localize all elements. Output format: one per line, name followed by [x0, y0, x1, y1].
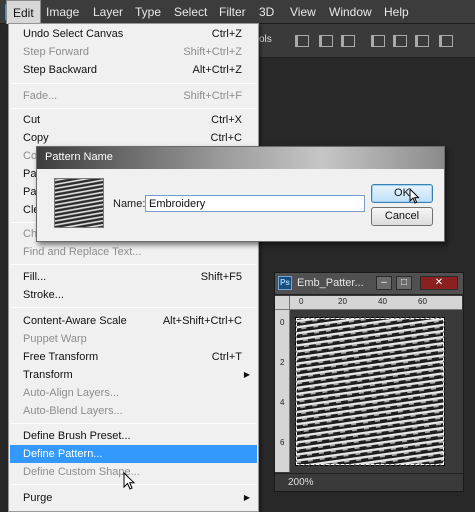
submenu-arrow-icon: ▶ [243, 370, 250, 379]
menu-separator [11, 307, 256, 308]
vertical-ruler[interactable]: 0 2 4 6 [275, 310, 290, 472]
ruler-tick: 60 [418, 297, 427, 306]
menu-edit[interactable]: Edit [6, 0, 41, 24]
embroidery-texture [297, 319, 443, 464]
document-status-bar: 200% [275, 473, 463, 491]
menu-item-stroke[interactable]: Stroke... [10, 286, 257, 304]
embroidery-thumbnail-image [55, 179, 103, 227]
align-top-icon[interactable] [295, 35, 309, 47]
cancel-button[interactable]: Cancel [371, 207, 433, 226]
horizontal-ruler[interactable]: 0 20 40 60 [290, 296, 462, 310]
menu-item-transform[interactable]: Transform ▶ [10, 366, 257, 384]
ruler-corner[interactable] [275, 296, 290, 310]
menu-item-find-and-replace-text[interactable]: Find and Replace Text... [10, 243, 257, 261]
align-vertical-center-icon[interactable] [319, 35, 333, 47]
menu-separator [11, 83, 256, 84]
close-icon[interactable]: ✕ [420, 276, 458, 290]
menu-item-step-forward[interactable]: Step Forward Shift+Ctrl+Z [10, 43, 257, 61]
pattern-name-input[interactable] [145, 195, 365, 212]
menu-item-step-backward[interactable]: Step Backward Alt+Ctrl+Z [10, 61, 257, 79]
menu-bar: Edit Image Layer Type Select Filter 3D V… [0, 0, 475, 24]
menu-window[interactable]: Window [323, 0, 378, 24]
mouse-pointer-icon [123, 472, 136, 490]
ruler-tick: 40 [378, 297, 387, 306]
menu-item-define-pattern[interactable]: Define Pattern... [10, 445, 257, 463]
menu-item-define-brush-preset[interactable]: Define Brush Preset... [10, 427, 257, 445]
ruler-tick: 0 [299, 297, 304, 306]
menu-separator [11, 423, 256, 424]
document-title: Emb_Patter... [297, 277, 364, 289]
menu-item-fill[interactable]: Fill... Shift+F5 [10, 268, 257, 286]
ruler-tick: 20 [338, 297, 347, 306]
options-bar: ols [259, 24, 475, 58]
menu-item-auto-align-layers[interactable]: Auto-Align Layers... [10, 384, 257, 402]
dialog-title-bar[interactable]: Pattern Name [37, 147, 444, 169]
distribute-icon[interactable] [439, 35, 453, 47]
maximize-icon[interactable]: □ [396, 276, 412, 290]
pattern-thumbnail [54, 178, 104, 228]
submenu-arrow-icon: ▶ [243, 493, 250, 502]
menu-item-purge[interactable]: Purge ▶ [10, 489, 257, 507]
document-title-bar[interactable]: Ps Emb_Patter... – □ ✕ [275, 273, 463, 295]
menu-layer[interactable]: Layer [87, 0, 129, 24]
menu-image[interactable]: Image [40, 0, 85, 24]
mouse-pointer-icon [409, 188, 420, 204]
dialog-title: Pattern Name [45, 151, 113, 163]
menu-separator [11, 108, 256, 109]
menu-filter[interactable]: Filter [213, 0, 252, 24]
zoom-level[interactable]: 200% [288, 477, 314, 488]
ps-document-icon: Ps [278, 276, 292, 290]
name-label: Name: [113, 198, 146, 210]
menu-item-auto-blend-layers[interactable]: Auto-Blend Layers... [10, 402, 257, 420]
align-right-icon[interactable] [415, 35, 429, 47]
ruler-tick: 6 [280, 438, 285, 447]
edit-menu: Undo Select Canvas Ctrl+Z Step Forward Shi… [8, 23, 259, 512]
menu-3d[interactable]: 3D [253, 0, 280, 24]
menu-item-content-aware-scale[interactable]: Content-Aware Scale Alt+Shift+Ctrl+C [10, 312, 257, 330]
menu-item-cut[interactable]: Cut Ctrl+X [10, 111, 257, 129]
menu-item-puppet-warp[interactable]: Puppet Warp [10, 330, 257, 348]
ok-button[interactable]: OK [371, 184, 433, 203]
ruler-tick: 0 [280, 318, 285, 327]
pattern-name-dialog: Pattern Name Name: OK Cancel [36, 146, 445, 242]
ruler-tick: 2 [280, 358, 285, 367]
menu-select[interactable]: Select [168, 0, 213, 24]
pattern-canvas[interactable] [295, 317, 445, 466]
menu-item-fade[interactable]: Fade... Shift+Ctrl+F [10, 87, 257, 105]
menu-item-free-transform[interactable]: Free Transform Ctrl+T [10, 348, 257, 366]
minimize-icon[interactable]: – [376, 276, 392, 290]
document-window[interactable]: Ps Emb_Patter... – □ ✕ 0 20 40 60 0 2 4 … [274, 272, 464, 492]
ruler-tick: 4 [280, 398, 285, 407]
menu-view[interactable]: View [284, 0, 322, 24]
options-bar-label: ols [259, 34, 272, 45]
menu-separator [11, 264, 256, 265]
menu-help[interactable]: Help [378, 0, 415, 24]
align-left-icon[interactable] [371, 35, 385, 47]
menu-type[interactable]: Type [129, 0, 167, 24]
menu-item-undo-select-canvas[interactable]: Undo Select Canvas Ctrl+Z [10, 25, 257, 43]
align-bottom-icon[interactable] [341, 35, 355, 47]
menu-item-copy[interactable]: Copy Ctrl+C [10, 129, 257, 147]
align-horizontal-center-icon[interactable] [393, 35, 407, 47]
